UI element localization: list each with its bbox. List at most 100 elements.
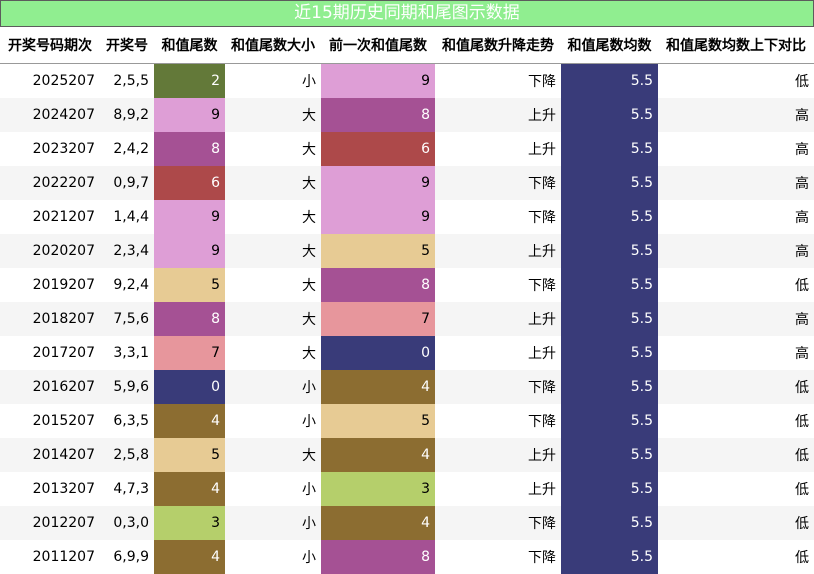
sum-tail-cell: 4 <box>154 472 225 506</box>
column-header: 开奖号码期次 <box>0 27 100 64</box>
table-row: 2014207 2,5,8 5 大 4 上升 5.5 低 <box>0 438 814 472</box>
size-cell: 大 <box>302 210 316 226</box>
table-row: 2024207 8,9,2 9 大 8 上升 5.5 高 <box>0 98 814 132</box>
size-cell: 小 <box>302 550 316 566</box>
period-cell: 2017207 <box>32 345 95 361</box>
comparison-cell: 低 <box>795 278 809 294</box>
previous-sum-tail-cell: 7 <box>321 302 435 336</box>
draw-number-cell: 5,9,6 <box>100 370 154 404</box>
trend-cell: 上升 <box>435 438 561 472</box>
table-row: 2016207 5,9,6 0 小 4 下降 5.5 低 <box>0 370 814 404</box>
table-row: 2015207 6,3,5 4 小 5 下降 5.5 低 <box>0 404 814 438</box>
table-row: 2022207 0,9,7 6 大 9 下降 5.5 高 <box>0 166 814 200</box>
period-cell: 2013207 <box>32 481 95 497</box>
comparison-cell: 高 <box>795 210 809 226</box>
column-header: 和值尾数 <box>154 27 225 64</box>
previous-sum-tail-cell: 5 <box>321 404 435 438</box>
sum-tail-cell: 2 <box>154 63 225 98</box>
period-cell: 2022207 <box>0 166 100 200</box>
period-cell: 2019207 <box>32 277 95 293</box>
comparison-cell: 低 <box>658 370 814 404</box>
draw-number-cell: 7,5,6 <box>100 302 154 336</box>
trend-cell: 下降 <box>528 278 556 294</box>
table-row: 2025207 2,5,5 2 小 9 下降 5.5 低 <box>0 63 814 98</box>
table-body: 2025207 2,5,5 2 小 9 下降 5.5 低 2024207 8,9,2 9 大 8 上升 5.… <box>0 63 814 574</box>
column-header: 和值尾数大小 <box>225 27 321 64</box>
comparison-cell: 高 <box>658 234 814 268</box>
comparison-cell: 高 <box>658 302 814 336</box>
size-cell: 小 <box>225 370 321 404</box>
previous-sum-tail-cell: 3 <box>321 472 435 506</box>
sum-tail-cell: 9 <box>154 234 225 268</box>
draw-number-cell: 0,3,0 <box>100 506 154 540</box>
draw-number-cell: 4,7,3 <box>113 481 149 497</box>
trend-cell: 上升 <box>435 98 561 132</box>
average-cell: 5.5 <box>561 336 658 370</box>
column-header: 和值尾数升降走势 <box>435 27 561 64</box>
previous-sum-tail-cell: 4 <box>321 370 435 404</box>
table-row: 2020207 2,3,4 9 大 5 上升 5.5 高 <box>0 234 814 268</box>
comparison-cell: 低 <box>795 482 809 498</box>
size-cell: 大 <box>302 278 316 294</box>
average-cell: 5.5 <box>561 234 658 268</box>
previous-sum-tail-cell: 9 <box>321 200 435 234</box>
table-row: 2013207 4,7,3 4 小 3 上升 5.5 低 <box>0 472 814 506</box>
size-cell: 大 <box>225 98 321 132</box>
table-row: 2021207 1,4,4 9 大 9 下降 5.5 高 <box>0 200 814 234</box>
size-cell: 小 <box>302 74 316 90</box>
previous-sum-tail-cell: 8 <box>321 540 435 574</box>
previous-sum-tail-cell: 4 <box>321 438 435 472</box>
sum-tail-cell: 5 <box>154 268 225 302</box>
draw-number-cell: 9,2,4 <box>113 277 149 293</box>
draw-number-cell: 3,3,1 <box>113 345 149 361</box>
size-cell: 大 <box>302 346 316 362</box>
draw-number-cell: 2,3,4 <box>100 234 154 268</box>
sum-tail-cell: 4 <box>154 540 225 574</box>
trend-cell: 下降 <box>435 166 561 200</box>
comparison-cell: 低 <box>658 438 814 472</box>
draw-number-cell: 0,9,7 <box>100 166 154 200</box>
average-cell: 5.5 <box>561 166 658 200</box>
average-cell: 5.5 <box>561 268 658 302</box>
previous-sum-tail-cell: 9 <box>321 63 435 98</box>
trend-cell: 上升 <box>528 346 556 362</box>
average-cell: 5.5 <box>561 132 658 166</box>
size-cell: 大 <box>225 438 321 472</box>
trend-cell: 下降 <box>528 550 556 566</box>
sum-tail-cell: 9 <box>154 200 225 234</box>
sum-tail-cell: 8 <box>154 132 225 166</box>
average-cell: 5.5 <box>561 506 658 540</box>
size-cell: 大 <box>225 302 321 336</box>
column-header: 和值尾数均数 <box>561 27 658 64</box>
comparison-cell: 高 <box>795 346 809 362</box>
sum-tail-cell: 9 <box>154 98 225 132</box>
history-table: 开奖号码期次 开奖号 和值尾数 和值尾数大小 前一次和值尾数 和值尾数升降走势 … <box>0 27 814 574</box>
column-header: 前一次和值尾数 <box>321 27 435 64</box>
trend-cell: 上升 <box>528 142 556 158</box>
period-cell: 2016207 <box>0 370 100 404</box>
comparison-cell: 高 <box>658 98 814 132</box>
period-cell: 2023207 <box>32 141 95 157</box>
draw-number-cell: 6,9,9 <box>113 549 149 565</box>
trend-cell: 下降 <box>528 74 556 90</box>
trend-cell: 下降 <box>528 210 556 226</box>
trend-cell: 上升 <box>435 302 561 336</box>
size-cell: 小 <box>225 506 321 540</box>
trend-cell: 下降 <box>528 414 556 430</box>
draw-number-cell: 8,9,2 <box>100 98 154 132</box>
size-cell: 小 <box>302 482 316 498</box>
sum-tail-cell: 4 <box>154 404 225 438</box>
table-row: 2012207 0,3,0 3 小 4 下降 5.5 低 <box>0 506 814 540</box>
period-cell: 2014207 <box>0 438 100 472</box>
previous-sum-tail-cell: 8 <box>321 268 435 302</box>
trend-cell: 下降 <box>435 506 561 540</box>
size-cell: 大 <box>302 142 316 158</box>
draw-number-cell: 2,5,5 <box>113 73 149 89</box>
previous-sum-tail-cell: 9 <box>321 166 435 200</box>
size-cell: 小 <box>302 414 316 430</box>
previous-sum-tail-cell: 8 <box>321 98 435 132</box>
sum-tail-cell: 5 <box>154 438 225 472</box>
previous-sum-tail-cell: 0 <box>321 336 435 370</box>
period-cell: 2025207 <box>32 73 95 89</box>
trend-cell: 上升 <box>435 234 561 268</box>
